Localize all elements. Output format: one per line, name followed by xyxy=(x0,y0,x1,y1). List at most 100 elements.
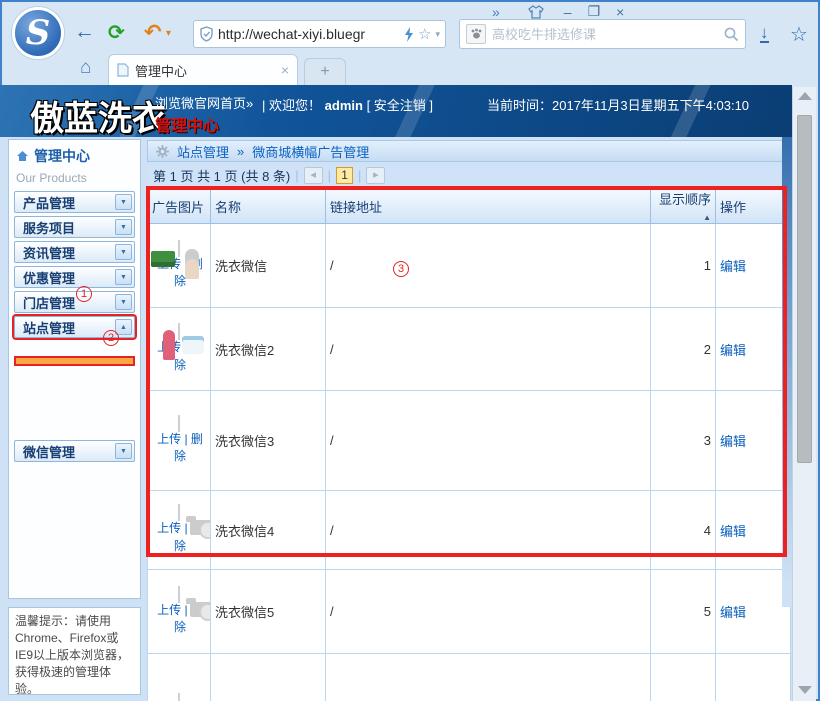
separator: | xyxy=(184,432,187,446)
ad-thumbnail xyxy=(178,240,180,257)
bookmark-star-icon[interactable]: ☆ xyxy=(418,25,431,43)
sidebar-group-label: 站点管理 xyxy=(23,318,75,337)
sidebar-group-button[interactable]: 门店管理 ▼ xyxy=(14,291,135,313)
col-header-order-label: 显示顺序 xyxy=(659,192,711,207)
skin-theme-icon[interactable] xyxy=(528,5,544,19)
magnifier-icon[interactable] xyxy=(723,26,739,42)
separator: | xyxy=(358,168,361,183)
undo-button[interactable]: ↶ xyxy=(144,20,162,45)
ad-order-cell: 5 xyxy=(651,570,716,654)
sidebar-submenu-item[interactable] xyxy=(14,356,135,366)
browser-menubar: » – ❐ × xyxy=(492,3,810,20)
chevron-down-icon[interactable]: ▼ xyxy=(115,194,132,210)
maximize-button[interactable]: ❐ xyxy=(588,3,601,20)
upload-link[interactable]: 上传 xyxy=(157,603,181,617)
chevron-down-icon[interactable]: ▼ xyxy=(115,294,132,310)
ad-thumbnail xyxy=(178,323,180,340)
sidebar-title-text: 管理中心 xyxy=(34,146,90,166)
download-icon[interactable]: ↓ xyxy=(760,24,769,43)
upload-link[interactable]: 上传 xyxy=(157,432,181,446)
tab-close-icon[interactable]: × xyxy=(281,62,289,78)
visit-site-link[interactable]: 浏览微官网首页» xyxy=(155,93,253,112)
sidebar-group-label: 服务项目 xyxy=(23,218,75,237)
ad-order-cell: 4 xyxy=(651,491,716,570)
sidebar-group-wechat[interactable]: 微信管理 ▼ xyxy=(14,440,135,462)
toolbar-overflow-icon[interactable]: » xyxy=(492,4,500,20)
table-row: 上传 | 删除 洗衣微信6 / 6 编辑 xyxy=(148,654,791,701)
favorites-star-icon[interactable]: ☆ xyxy=(790,22,808,47)
new-tab-button[interactable]: + xyxy=(304,58,346,85)
vertical-scrollbar[interactable] xyxy=(792,87,816,701)
sort-asc-icon[interactable]: ▲ xyxy=(703,213,711,222)
scroll-down-icon[interactable] xyxy=(798,686,812,694)
current-page-button[interactable]: 1 xyxy=(336,167,353,184)
home-icon[interactable]: ⌂ xyxy=(80,57,91,79)
close-button[interactable]: × xyxy=(616,4,624,20)
chevron-down-icon[interactable]: ▼ xyxy=(115,244,132,260)
ad-image-cell: 上传 | 删除 xyxy=(148,570,211,654)
ad-name-cell: 洗衣微信3 xyxy=(211,391,326,491)
tab-title: 管理中心 xyxy=(135,61,275,80)
minimize-button[interactable]: – xyxy=(564,4,572,20)
url-text[interactable]: http://wechat-xiyi.bluegr xyxy=(218,26,400,42)
sidebar-submenu-item[interactable] xyxy=(14,418,135,428)
next-page-button[interactable]: ▸ xyxy=(366,167,385,184)
edit-link[interactable]: 编辑 xyxy=(720,343,746,358)
ad-image-cell: 上传 | 删除 xyxy=(148,391,211,491)
scroll-up-icon[interactable] xyxy=(798,92,812,100)
back-button[interactable]: ← xyxy=(74,20,95,44)
col-header-link[interactable]: 链接地址 xyxy=(326,189,651,224)
annotation-circle-3: 3 xyxy=(393,261,409,277)
lightning-icon[interactable] xyxy=(404,27,414,42)
col-header-order[interactable]: 显示顺序 ▲ xyxy=(651,189,716,224)
sidebar-group-button[interactable]: 服务项目 ▼ xyxy=(14,216,135,238)
upload-delete-links: 上传 | 删除 xyxy=(152,431,208,466)
undo-dropdown-icon[interactable]: ▾ xyxy=(166,28,171,39)
sidebar-submenu-item[interactable] xyxy=(14,344,135,354)
scrollbar-thumb[interactable] xyxy=(797,115,812,463)
sidebar-submenu-item[interactable] xyxy=(14,368,135,378)
breadcrumb-current[interactable]: 微商城横幅广告管理 xyxy=(252,142,369,161)
chevron-down-icon[interactable]: ▼ xyxy=(115,269,132,285)
address-dropdown-icon[interactable]: ▾ xyxy=(435,29,440,40)
address-bar[interactable]: http://wechat-xiyi.bluegr ☆ ▾ xyxy=(193,20,446,48)
sidebar-submenu-item[interactable] xyxy=(14,388,135,398)
sidebar-submenu-item[interactable] xyxy=(14,428,135,438)
edit-link[interactable]: 编辑 xyxy=(720,605,746,620)
ad-name-cell: 洗衣微信5 xyxy=(211,570,326,654)
separator: | xyxy=(295,168,298,183)
chevron-down-icon[interactable]: ▼ xyxy=(115,443,132,459)
sidebar-group-button[interactable]: 优惠管理 ▼ xyxy=(14,266,135,288)
edit-link[interactable]: 编辑 xyxy=(720,434,746,449)
sogou-logo-icon[interactable]: S xyxy=(12,7,64,59)
sidebar-submenu-item[interactable] xyxy=(14,398,135,408)
breadcrumb-parent[interactable]: 站点管理 xyxy=(177,142,229,161)
ad-name-cell: 洗衣微信4 xyxy=(211,491,326,570)
breadcrumb: 站点管理 » 微商城横幅广告管理 xyxy=(147,140,790,162)
ad-image-cell: 上传 | 删除 xyxy=(148,491,211,570)
col-header-actions[interactable]: 操作 xyxy=(716,189,791,224)
ad-name-cell: 洗衣微信2 xyxy=(211,308,326,391)
sidebar-group-button[interactable]: 产品管理 ▼ xyxy=(14,191,135,213)
sidebar-group-label: 资讯管理 xyxy=(23,243,75,262)
edit-link[interactable]: 编辑 xyxy=(720,259,746,274)
col-header-image[interactable]: 广告图片 xyxy=(148,189,211,224)
col-header-name[interactable]: 名称 xyxy=(211,189,326,224)
welcome-text: | 欢迎您！ admin [ 安全注销 ] xyxy=(262,95,433,114)
divider: | xyxy=(262,98,265,113)
search-box[interactable] xyxy=(459,19,746,49)
edit-link[interactable]: 编辑 xyxy=(720,524,746,539)
logout-link[interactable]: [ 安全注销 ] xyxy=(367,98,433,113)
search-input[interactable] xyxy=(492,27,717,42)
prev-page-button[interactable]: ◂ xyxy=(304,167,323,184)
ad-name-cell: 洗衣微信 xyxy=(211,224,326,308)
ad-order-cell: 6 xyxy=(651,654,716,701)
chevron-down-icon[interactable]: ▼ xyxy=(115,219,132,235)
tab-admin-center[interactable]: 管理中心 × xyxy=(108,54,298,85)
sidebar-group-button[interactable]: 资讯管理 ▼ xyxy=(14,241,135,263)
refresh-button[interactable]: ⟳ xyxy=(108,20,125,45)
sidebar-submenu-item[interactable] xyxy=(14,378,135,388)
sidebar-submenu-item[interactable] xyxy=(14,408,135,418)
upload-link[interactable]: 上传 xyxy=(157,521,181,535)
table-row: 上传 | 删除 洗衣微信3 / 3 编辑 xyxy=(148,391,791,491)
